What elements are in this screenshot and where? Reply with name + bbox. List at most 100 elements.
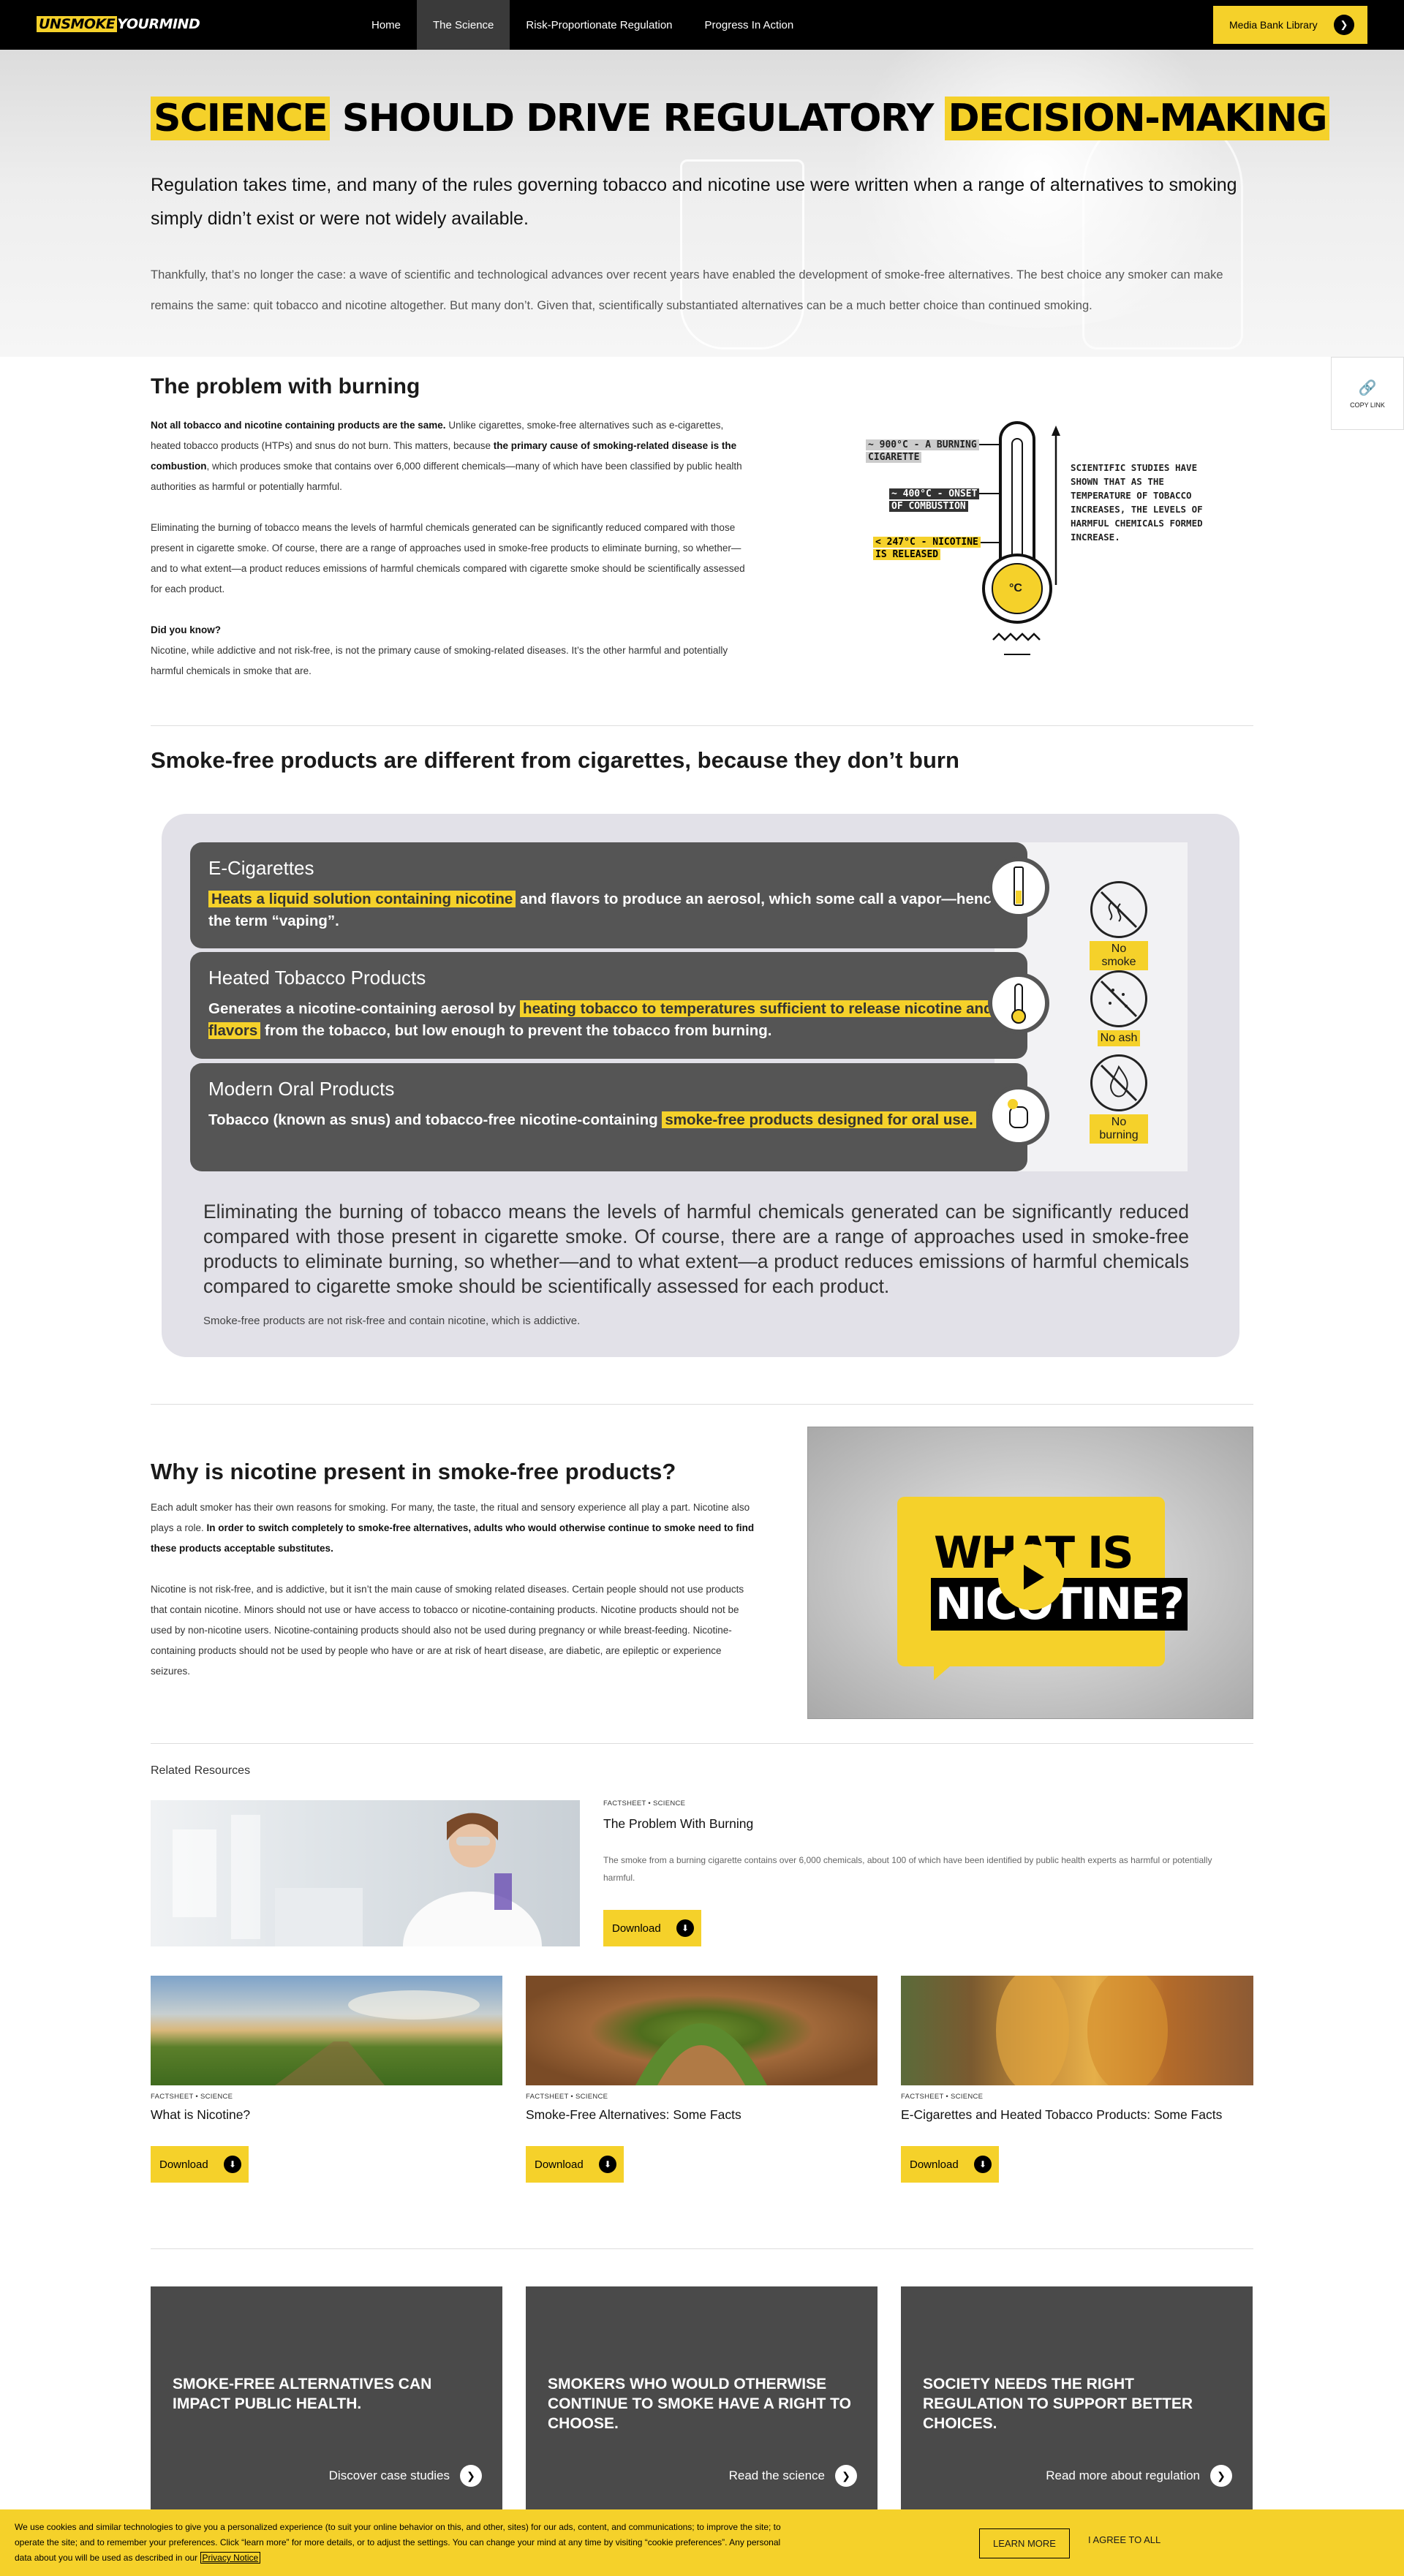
resource-tag: FACTSHEET • SCIENCE <box>901 2093 984 2101</box>
download-icon: ⬇ <box>676 1919 694 1937</box>
cta-title: SOCIETY NEEDS THE RIGHT REGULATION TO SU… <box>923 2376 1193 2432</box>
main-menu: Home The Science Risk-Proportionate Regu… <box>355 0 809 50</box>
related-resources-title: Related Resources <box>151 1764 251 1777</box>
featured-resource-desc: The smoke from a burning cigarette conta… <box>603 1855 1212 1883</box>
divider <box>151 1743 1253 1744</box>
no-burning-badge: No burning <box>1090 1054 1148 1144</box>
hero-body: Thankfully, that’s no longer the case: a… <box>151 268 1223 312</box>
cookie-text: We use cookies and similar technologies … <box>15 2522 781 2564</box>
download-button[interactable]: Download ⬇ <box>526 2146 624 2183</box>
cta-link[interactable]: Read the science ❯ <box>729 2465 857 2487</box>
card-title: Heated Tobacco Products <box>208 967 426 989</box>
link-icon: 🔗 <box>1358 379 1377 396</box>
agree-all-button[interactable]: I AGREE TO ALL <box>1088 2534 1160 2545</box>
tobacco-leaf-photo-icon <box>635 2023 767 2085</box>
scientist-photo-icon <box>173 1813 542 1946</box>
resource-title[interactable]: E-Cigarettes and Heated Tobacco Products… <box>901 2107 1222 2123</box>
divider <box>151 2248 1253 2249</box>
temp-label-247: < 247°C - NICOTINE IS RELEASED <box>873 536 981 561</box>
nicotine-resource-image[interactable] <box>151 1976 502 2085</box>
tobacco-field-photo-icon <box>275 1990 480 2085</box>
nav-regulation[interactable]: Risk-Proportionate Regulation <box>510 0 688 50</box>
chevron-right-icon: ❯ <box>1210 2465 1232 2487</box>
privacy-notice-link[interactable]: Privacy Notice <box>200 2552 261 2564</box>
no-smoke-icon <box>1090 881 1147 938</box>
thermometer-note: SCIENTIFIC STUDIES HAVE SHOWN THAT AS TH… <box>1071 462 1203 543</box>
e-cigarette-icon <box>988 857 1049 918</box>
download-label: Download <box>612 1922 661 1935</box>
no-ash-badge: No ash <box>1090 970 1148 1046</box>
nav-home[interactable]: Home <box>355 0 417 50</box>
problem-title: The problem with burning <box>151 374 420 399</box>
chevron-right-icon: ❯ <box>460 2465 482 2487</box>
nicotine-title: Why is nicotine present in smoke-free pr… <box>151 1459 676 1484</box>
featured-resource-tag: FACTSHEET • SCIENCE <box>603 1799 686 1808</box>
copy-link-button[interactable]: 🔗 COPY LINK <box>1331 357 1404 430</box>
card-modern-oral: Modern Oral Products Tobacco (known as s… <box>190 1063 1049 1171</box>
temp-label-400: ~ 400°C - ONSET OF COMBUSTION <box>889 488 980 513</box>
nav-progress[interactable]: Progress In Action <box>689 0 810 50</box>
download-button[interactable]: Download ⬇ <box>603 1910 701 1946</box>
learn-more-button[interactable]: LEARN MORE <box>979 2528 1070 2558</box>
download-icon: ⬇ <box>599 2156 616 2173</box>
smoke-free-title: Smoke-free products are different from c… <box>151 747 959 773</box>
dried-leaves-photo-icon <box>996 1976 1168 2085</box>
divider <box>151 1404 1253 1405</box>
hero-lead: Regulation takes time, and many of the r… <box>151 175 1237 229</box>
temp-label-900: ~ 900°C - A BURNING CIGARETTE <box>866 439 979 464</box>
featured-resource-title[interactable]: The Problem With Burning <box>603 1816 753 1832</box>
no-ash-label: No ash <box>1097 1030 1141 1046</box>
download-label: Download <box>535 2158 584 2171</box>
copy-link-label: COPY LINK <box>1350 401 1385 409</box>
celsius-label: °C <box>1009 582 1022 594</box>
featured-resource-image[interactable] <box>151 1800 580 1946</box>
speech-bubble-tail <box>934 1661 956 1680</box>
cta-link[interactable]: Discover case studies ❯ <box>329 2465 482 2487</box>
card-text: Heats a liquid solution containing nicot… <box>208 891 1000 929</box>
oral-pouch-icon <box>988 1085 1049 1147</box>
card-e-cigarettes: E-Cigarettes Heats a liquid solution con… <box>190 842 1049 948</box>
download-label: Download <box>910 2158 959 2171</box>
play-icon[interactable] <box>998 1544 1064 1610</box>
card-title: E-Cigarettes <box>208 857 314 879</box>
resource-tag: FACTSHEET • SCIENCE <box>526 2093 608 2101</box>
page-title: SCIENCE SHOULD DRIVE REGULATORY DECISION… <box>151 91 1330 146</box>
site-logo[interactable]: UNSMOKE YOURMIND <box>37 16 200 32</box>
download-icon: ⬇ <box>974 2156 992 2173</box>
smoke-free-resource-image[interactable] <box>526 1976 878 2085</box>
video-player[interactable]: WHAT IS NICOTINE? <box>807 1427 1253 1719</box>
resource-title[interactable]: What is Nicotine? <box>151 2107 250 2123</box>
no-burning-label: No burning <box>1090 1114 1148 1144</box>
thermometer-infographic: ~ 900°C - A BURNING CIGARETTE ~ 400°C - O… <box>860 417 1226 665</box>
download-icon: ⬇ <box>224 2156 241 2173</box>
download-label: Download <box>159 2158 208 2171</box>
problem-body: Not all tobacco and nicotine containing … <box>151 420 745 676</box>
cta-title: SMOKE-FREE ALTERNATIVES CAN IMPACT PUBLI… <box>173 2376 432 2412</box>
nav-the-science[interactable]: The Science <box>417 0 510 50</box>
resource-title[interactable]: Smoke-Free Alternatives: Some Facts <box>526 2107 741 2123</box>
no-flame-icon <box>1090 1054 1147 1111</box>
media-bank-label: Media Bank Library <box>1229 19 1318 31</box>
cta-title: SMOKERS WHO WOULD OTHERWISE CONTINUE TO … <box>548 2376 851 2432</box>
card-heated-tobacco: Heated Tobacco Products Generates a nico… <box>190 952 1049 1059</box>
panel-disclaimer: Smoke-free products are not risk-free an… <box>203 1315 581 1327</box>
nicotine-body: Each adult smoker has their own reasons … <box>151 1502 755 1677</box>
thermometer-small-icon <box>988 972 1049 1034</box>
card-title: Modern Oral Products <box>208 1078 395 1100</box>
cookie-banner: We use cookies and similar technologies … <box>0 2509 1404 2576</box>
media-bank-button[interactable]: Media Bank Library ❯ <box>1213 6 1367 44</box>
ecig-resource-image[interactable] <box>901 1976 1253 2085</box>
card-text: Generates a nicotine-containing aerosol … <box>208 1000 993 1039</box>
panel-text: Eliminating the burning of tobacco means… <box>203 1201 1189 1297</box>
download-button[interactable]: Download ⬇ <box>151 2146 249 2183</box>
chevron-right-icon: ❯ <box>835 2465 857 2487</box>
resource-tag: FACTSHEET • SCIENCE <box>151 2093 233 2101</box>
cta-link[interactable]: Read more about regulation ❯ <box>1046 2465 1232 2487</box>
card-text: Tobacco (known as snus) and tobacco-free… <box>208 1109 1005 1131</box>
download-button[interactable]: Download ⬇ <box>901 2146 999 2183</box>
no-ash-icon <box>1090 970 1147 1027</box>
top-nav: UNSMOKE YOURMIND Home The Science Risk-Pr… <box>0 0 1404 50</box>
no-smoke-badge: No smoke <box>1090 881 1148 970</box>
chevron-right-icon: ❯ <box>1334 15 1354 35</box>
divider <box>151 725 1253 726</box>
